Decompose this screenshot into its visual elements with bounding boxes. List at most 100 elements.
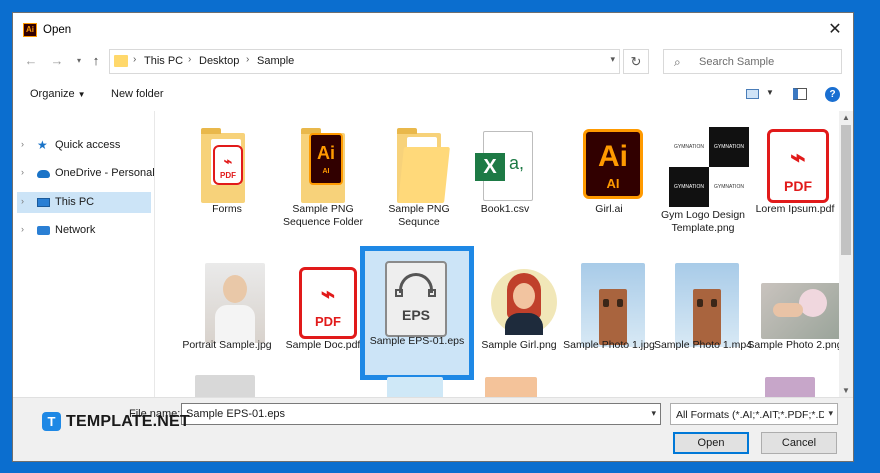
navigation-pane: › ★ Quick access › OneDrive - Personal ›… xyxy=(13,111,155,397)
chevron-down-icon: ▾ xyxy=(828,408,833,418)
file-name: Sample Photo 1.mp4 xyxy=(653,339,753,351)
window-title: Open xyxy=(43,24,72,36)
file-item-lorem-ipsum-pdf[interactable]: ⌁ PDF Lorem Ipsum.pdf xyxy=(749,119,839,245)
chevron-right-icon[interactable]: › xyxy=(21,167,24,177)
star-icon: ★ xyxy=(37,138,48,152)
breadcrumb-sample[interactable]: Sample xyxy=(257,55,294,67)
file-item-sample-doc-pdf[interactable]: ⌁ PDF Sample Doc.pdf xyxy=(277,255,369,381)
arrow-up-icon: ↑ xyxy=(92,53,100,68)
breadcrumb-this-pc[interactable]: This PC xyxy=(144,55,183,67)
navigation-bar: ← → ▾ ↑ › This PC › Desktop › Sample ▾ ↻… xyxy=(13,47,853,77)
folder-icon xyxy=(383,123,455,205)
file-name: Portrait Sample.jpg xyxy=(182,339,272,351)
file-item-sample-photo-2[interactable]: Sample Photo 2.png xyxy=(747,255,839,381)
arrow-left-icon: ← xyxy=(24,53,38,68)
vertical-scrollbar[interactable]: ▲ ▼ xyxy=(839,111,853,397)
pdf-file-icon: ⌁ PDF xyxy=(759,123,831,205)
command-bar: Organize ▼ New folder ▼ ? xyxy=(13,81,853,107)
image-thumbnail: GYMNATION GYMNATION GYMNATION GYMNATION xyxy=(667,123,749,207)
file-name: Girl.ai xyxy=(595,203,623,215)
up-button[interactable]: ↑ xyxy=(86,51,106,71)
file-name: Sample Girl.png xyxy=(481,339,557,351)
chevron-right-icon: › xyxy=(133,54,137,65)
sidebar-item-quick-access[interactable]: › ★ Quick access xyxy=(17,135,151,156)
file-item-sample-photo-1-jpg[interactable]: Sample Photo 1.jpg xyxy=(563,255,655,381)
csv-file-icon: X a, xyxy=(469,123,541,205)
organize-label: Organize xyxy=(30,88,75,100)
chevron-down-icon: ▾ xyxy=(76,56,81,65)
help-icon[interactable]: ? xyxy=(825,87,840,102)
file-item-sample-girl-png[interactable]: Sample Girl.png xyxy=(473,255,565,381)
file-item-sample-eps-01[interactable]: EPS Sample EPS-01.eps xyxy=(360,246,474,380)
file-item-portrait-sample[interactable]: Portrait Sample.jpg xyxy=(181,255,273,381)
image-thumbnail xyxy=(191,259,265,343)
video-thumbnail xyxy=(667,259,739,347)
network-icon xyxy=(37,226,50,235)
sidebar-item-label: This PC xyxy=(55,196,95,208)
file-name-field[interactable]: Sample EPS-01.eps ▾ xyxy=(181,403,661,425)
sidebar-item-onedrive[interactable]: › OneDrive - Personal xyxy=(17,163,155,184)
close-button[interactable]: ✕ xyxy=(823,19,847,41)
chevron-down-icon[interactable]: ▾ xyxy=(651,408,656,419)
sidebar-item-this-pc[interactable]: › This PC xyxy=(17,192,151,213)
file-item-sample-photo-1-mp4[interactable]: Sample Photo 1.mp4 xyxy=(654,255,752,381)
chevron-right-icon[interactable]: › xyxy=(21,196,24,206)
folder-icon xyxy=(114,55,128,67)
file-name: Lorem Ipsum.pdf xyxy=(755,203,835,215)
computer-icon xyxy=(37,198,50,207)
file-name-value: Sample EPS-01.eps xyxy=(186,408,286,420)
sidebar-item-network[interactable]: › Network xyxy=(17,220,151,241)
folder-icon: ⌁ PDF xyxy=(191,123,263,205)
search-input[interactable]: ⌕ Search Sample xyxy=(663,49,842,74)
breadcrumb-desktop[interactable]: Desktop xyxy=(199,55,239,67)
scroll-up-icon[interactable]: ▲ xyxy=(839,113,853,122)
file-name: Sample Doc.pdf xyxy=(285,339,361,351)
file-name: Sample PNG Sequence Folder xyxy=(283,203,363,228)
chevron-right-icon[interactable]: › xyxy=(21,224,24,234)
change-view-icon[interactable] xyxy=(746,89,759,99)
image-thumbnail xyxy=(573,259,645,347)
preview-pane-icon[interactable] xyxy=(793,88,807,100)
file-item-girl-ai[interactable]: Ai AI Girl.ai xyxy=(563,119,655,245)
illustrator-app-icon: Ai xyxy=(23,23,37,37)
eps-file-icon: EPS xyxy=(381,255,453,337)
arrow-right-icon: → xyxy=(50,53,64,68)
refresh-button[interactable]: ↻ xyxy=(623,49,649,74)
scroll-down-icon[interactable]: ▼ xyxy=(839,386,853,395)
file-item-sample-png-sequence-folder[interactable]: Ai AI Sample PNG Sequence Folder xyxy=(277,119,369,245)
image-thumbnail xyxy=(759,259,839,341)
sidebar-item-label: Network xyxy=(55,224,96,236)
image-thumbnail xyxy=(483,259,557,341)
organize-button[interactable]: Organize ▼ xyxy=(30,88,86,100)
caret-down-icon[interactable]: ▼ xyxy=(766,88,774,97)
search-icon: ⌕ xyxy=(674,55,681,69)
close-icon: ✕ xyxy=(828,21,842,38)
file-name: Gym Logo Design Template.png xyxy=(660,209,746,234)
file-item-book1-csv[interactable]: X a, Book1.csv xyxy=(459,119,551,245)
sidebar-item-label: OneDrive - Personal xyxy=(55,167,155,179)
pdf-file-icon: ⌁ PDF xyxy=(287,259,359,341)
chevron-right-icon: › xyxy=(246,54,250,65)
sidebar-item-label: Quick access xyxy=(55,139,121,151)
back-button[interactable]: ← xyxy=(21,51,41,71)
open-button[interactable]: Open xyxy=(673,432,749,454)
cancel-button[interactable]: Cancel xyxy=(761,432,837,454)
file-type-select[interactable]: All Formats (*.AI;*.AIT;*.PDF;*.D ▾ xyxy=(670,403,838,425)
cloud-icon xyxy=(37,170,50,178)
open-dialog: Ai Open ✕ ← → ▾ ↑ › This PC › Desktop › … xyxy=(12,12,854,462)
file-item-forms[interactable]: ⌁ PDF Forms xyxy=(181,119,273,245)
title-bar: Ai Open ✕ xyxy=(13,13,853,47)
address-bar[interactable]: › This PC › Desktop › Sample ▾ xyxy=(109,49,620,74)
scrollbar-thumb[interactable] xyxy=(841,125,851,255)
new-folder-button[interactable]: New folder xyxy=(111,88,164,100)
chevron-right-icon: › xyxy=(188,54,192,65)
file-item-gym-logo-design-template[interactable]: GYMNATION GYMNATION GYMNATION GYMNATION … xyxy=(657,119,749,245)
forward-button[interactable]: → xyxy=(47,51,67,71)
chevron-down-icon[interactable]: ▾ xyxy=(610,54,615,65)
file-name: Sample Photo 1.jpg xyxy=(563,339,655,351)
chevron-right-icon[interactable]: › xyxy=(21,139,24,149)
file-item-sample-png-sequnce[interactable]: Sample PNG Sequnce xyxy=(373,119,465,245)
logo-mark: T xyxy=(42,412,61,431)
caret-down-icon: ▼ xyxy=(77,90,86,99)
search-placeholder: Search Sample xyxy=(699,56,775,68)
